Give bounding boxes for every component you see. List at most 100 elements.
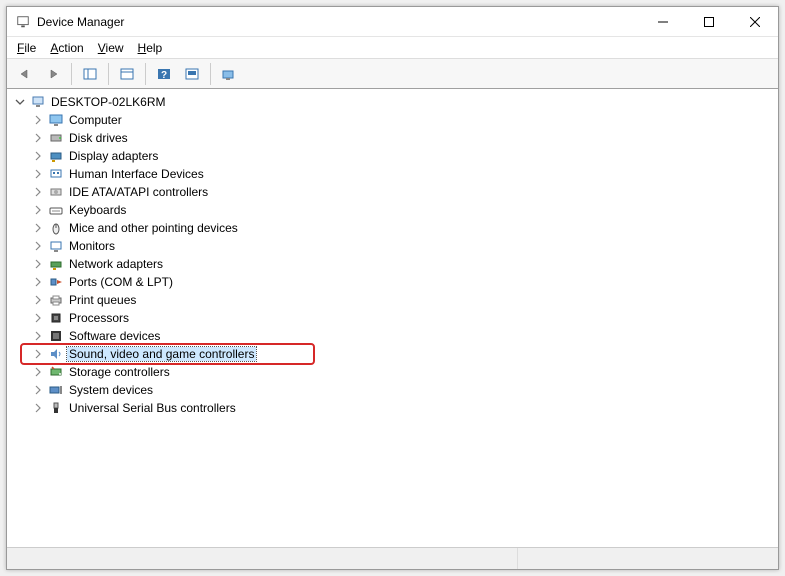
hid-icon bbox=[48, 166, 64, 182]
chevron-right-icon[interactable] bbox=[31, 167, 45, 181]
maximize-button[interactable] bbox=[686, 7, 732, 36]
svg-text:?: ? bbox=[161, 70, 167, 81]
tree-item-label: Network adapters bbox=[67, 257, 165, 271]
tree-item-keyboard[interactable]: Keyboards bbox=[31, 201, 772, 219]
network-icon bbox=[48, 256, 64, 272]
app-icon bbox=[15, 14, 31, 30]
tree-item-storage-ctrl[interactable]: IDE ATA/ATAPI controllers bbox=[31, 183, 772, 201]
chevron-right-icon[interactable] bbox=[31, 131, 45, 145]
display-adapter-icon bbox=[48, 148, 64, 164]
tree-item-label: Disk drives bbox=[67, 131, 130, 145]
port-icon bbox=[48, 274, 64, 290]
tree-item-printer[interactable]: Print queues bbox=[31, 291, 772, 309]
tree-item-cpu[interactable]: Processors bbox=[31, 309, 772, 327]
chevron-right-icon[interactable] bbox=[31, 383, 45, 397]
back-button[interactable] bbox=[13, 62, 37, 86]
chevron-right-icon[interactable] bbox=[31, 329, 45, 343]
tree-item-label: System devices bbox=[67, 383, 155, 397]
chevron-right-icon[interactable] bbox=[31, 113, 45, 127]
status-pane bbox=[518, 548, 778, 569]
status-pane bbox=[7, 548, 518, 569]
tree-item-label: Display adapters bbox=[67, 149, 160, 163]
tree-item-sound[interactable]: Sound, video and game controllers bbox=[31, 345, 772, 363]
chevron-right-icon[interactable] bbox=[31, 275, 45, 289]
toolbar-separator bbox=[210, 63, 211, 85]
cpu-icon bbox=[48, 310, 64, 326]
show-hidden-devices-button[interactable] bbox=[217, 62, 241, 86]
properties-button[interactable] bbox=[115, 62, 139, 86]
tree-item-label: Storage controllers bbox=[67, 365, 172, 379]
minimize-button[interactable] bbox=[640, 7, 686, 36]
tree-item-disk[interactable]: Disk drives bbox=[31, 129, 772, 147]
tree-item-hid[interactable]: Human Interface Devices bbox=[31, 165, 772, 183]
menu-help[interactable]: Help bbox=[132, 39, 169, 57]
tree-item-usb[interactable]: Universal Serial Bus controllers bbox=[31, 399, 772, 417]
chevron-right-icon[interactable] bbox=[31, 365, 45, 379]
titlebar: Device Manager bbox=[7, 7, 778, 37]
menu-action[interactable]: Action bbox=[44, 39, 89, 57]
close-button[interactable] bbox=[732, 7, 778, 36]
toolbar-separator bbox=[108, 63, 109, 85]
chevron-right-icon[interactable] bbox=[31, 311, 45, 325]
mouse-icon bbox=[48, 220, 64, 236]
tree-item-label: Computer bbox=[67, 113, 124, 127]
device-tree[interactable]: DESKTOP-02LK6RM Computer Disk drives Displ… bbox=[7, 89, 778, 547]
tree-item-label: Sound, video and game controllers bbox=[67, 347, 256, 361]
tree-item-display-adapter[interactable]: Display adapters bbox=[31, 147, 772, 165]
window-controls bbox=[640, 7, 778, 36]
statusbar bbox=[7, 547, 778, 569]
tree-item-label: Software devices bbox=[67, 329, 162, 343]
chevron-right-icon[interactable] bbox=[31, 401, 45, 415]
scan-hardware-button[interactable] bbox=[180, 62, 204, 86]
printer-icon bbox=[48, 292, 64, 308]
computer-icon bbox=[30, 94, 46, 110]
chevron-right-icon[interactable] bbox=[31, 185, 45, 199]
tree-item-storage[interactable]: Storage controllers bbox=[31, 363, 772, 381]
tree-item-label: Mice and other pointing devices bbox=[67, 221, 240, 235]
chevron-right-icon[interactable] bbox=[31, 221, 45, 235]
chevron-down-icon[interactable] bbox=[13, 95, 27, 109]
monitor-icon bbox=[48, 112, 64, 128]
system-icon bbox=[48, 382, 64, 398]
monitor-device-icon bbox=[48, 238, 64, 254]
tree-item-label: Ports (COM & LPT) bbox=[67, 275, 175, 289]
menu-file[interactable]: File bbox=[11, 39, 42, 57]
menu-view[interactable]: View bbox=[92, 39, 130, 57]
tree-root[interactable]: DESKTOP-02LK6RM bbox=[13, 93, 772, 111]
show-hide-console-tree-button[interactable] bbox=[78, 62, 102, 86]
keyboard-icon bbox=[48, 202, 64, 218]
device-manager-window: Device Manager FileActionViewHelp bbox=[6, 6, 779, 570]
chevron-right-icon[interactable] bbox=[31, 239, 45, 253]
software-icon bbox=[48, 328, 64, 344]
storage-ctrl-icon bbox=[48, 184, 64, 200]
toolbar: ? bbox=[7, 59, 778, 89]
tree-item-label: Universal Serial Bus controllers bbox=[67, 401, 238, 415]
help-button[interactable]: ? bbox=[152, 62, 176, 86]
tree-item-software[interactable]: Software devices bbox=[31, 327, 772, 345]
window-title: Device Manager bbox=[37, 15, 124, 29]
tree-item-system[interactable]: System devices bbox=[31, 381, 772, 399]
chevron-right-icon[interactable] bbox=[31, 149, 45, 163]
tree-item-label: Keyboards bbox=[67, 203, 128, 217]
tree-item-monitor[interactable]: Computer bbox=[31, 111, 772, 129]
chevron-right-icon[interactable] bbox=[31, 347, 45, 361]
sound-icon bbox=[48, 346, 64, 362]
usb-icon bbox=[48, 400, 64, 416]
tree-item-label: Human Interface Devices bbox=[67, 167, 206, 181]
tree-item-monitor-device[interactable]: Monitors bbox=[31, 237, 772, 255]
tree-item-port[interactable]: Ports (COM & LPT) bbox=[31, 273, 772, 291]
toolbar-separator bbox=[145, 63, 146, 85]
tree-item-label: IDE ATA/ATAPI controllers bbox=[67, 185, 210, 199]
chevron-right-icon[interactable] bbox=[31, 293, 45, 307]
tree-root-label: DESKTOP-02LK6RM bbox=[49, 95, 168, 109]
tree-item-network[interactable]: Network adapters bbox=[31, 255, 772, 273]
storage-icon bbox=[48, 364, 64, 380]
tree-item-label: Print queues bbox=[67, 293, 138, 307]
chevron-right-icon[interactable] bbox=[31, 203, 45, 217]
menubar: FileActionViewHelp bbox=[7, 37, 778, 59]
tree-item-mouse[interactable]: Mice and other pointing devices bbox=[31, 219, 772, 237]
toolbar-separator bbox=[71, 63, 72, 85]
tree-item-label: Processors bbox=[67, 311, 131, 325]
forward-button[interactable] bbox=[41, 62, 65, 86]
chevron-right-icon[interactable] bbox=[31, 257, 45, 271]
